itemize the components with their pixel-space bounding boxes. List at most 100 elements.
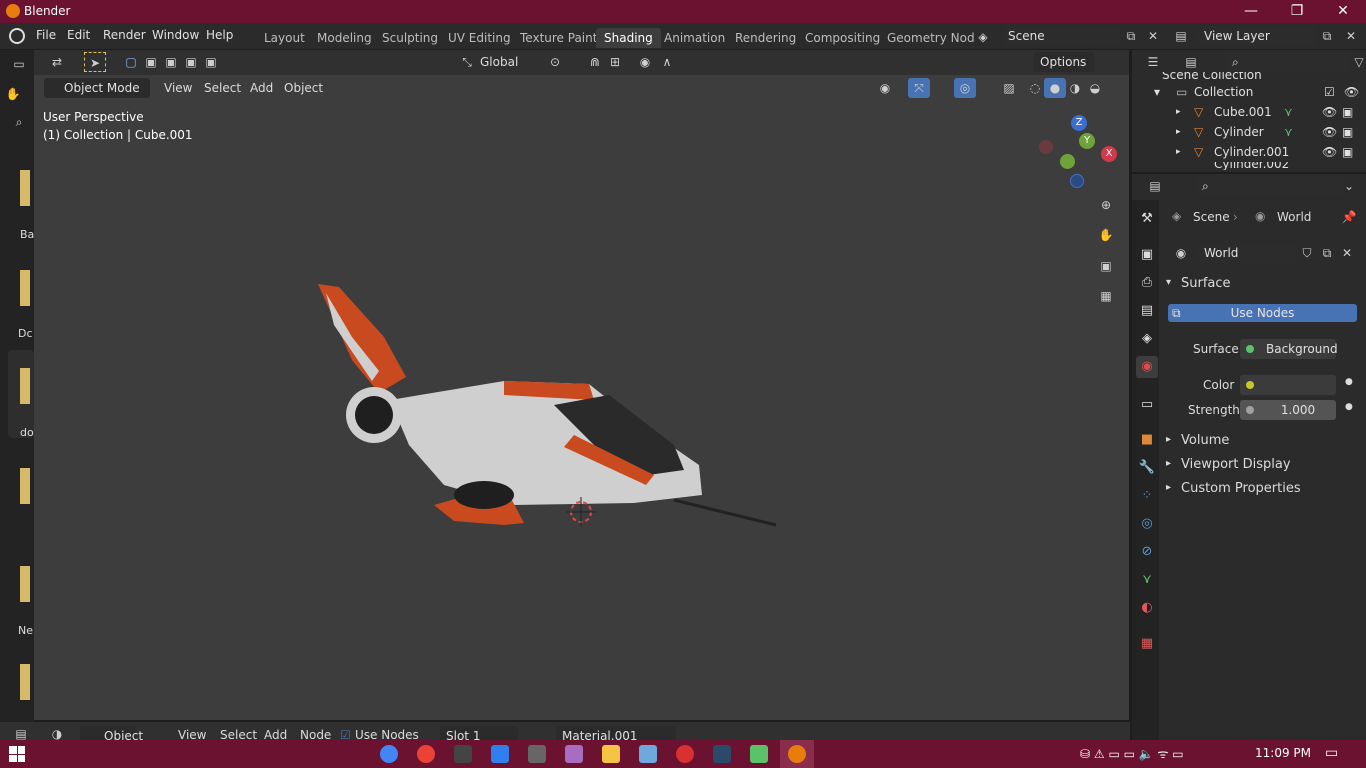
eye-icon[interactable]: 👁 xyxy=(1344,82,1359,102)
maximize-button[interactable]: ❐ xyxy=(1274,0,1320,23)
fake-user-icon[interactable]: ⛉ xyxy=(1296,243,1318,263)
zoom-icon[interactable]: ⊕ xyxy=(1095,195,1117,215)
color-field[interactable] xyxy=(1240,375,1336,395)
properties-search[interactable]: ⌕ xyxy=(1196,176,1344,196)
vscode-icon[interactable] xyxy=(491,745,509,763)
object-tab-icon[interactable]: ■ xyxy=(1136,429,1158,451)
keyframe-dot-icon[interactable]: ● xyxy=(1345,377,1353,387)
delete-view-layer-icon[interactable]: ✕ xyxy=(1340,26,1362,46)
menu-window[interactable]: Window xyxy=(152,28,199,42)
surface-shader-field[interactable]: Background xyxy=(1240,339,1338,359)
gizmo-y-axis[interactable]: Y xyxy=(1079,133,1095,149)
blender-menu-icon[interactable] xyxy=(9,28,25,44)
minecraft-icon[interactable] xyxy=(750,745,768,763)
close-button[interactable]: ✕ xyxy=(1320,0,1366,23)
record-icon[interactable] xyxy=(676,745,694,763)
pin-icon[interactable]: 📌 xyxy=(1338,207,1360,227)
filter-icon[interactable]: ▽ xyxy=(1348,52,1366,72)
world-tab-icon[interactable]: ◉ xyxy=(1136,356,1158,378)
material-field[interactable]: Material.001 xyxy=(556,726,676,740)
file-thumbnail[interactable] xyxy=(20,566,30,602)
viewport-menu-view[interactable]: View xyxy=(164,81,192,95)
shader-type-icon[interactable]: ◑ xyxy=(46,724,68,740)
collection-tab-icon[interactable]: ▭ xyxy=(1136,394,1158,416)
clock[interactable]: 11:09 PM xyxy=(1255,746,1311,760)
eye-icon[interactable]: 👁 xyxy=(1322,122,1337,142)
xray-icon[interactable]: ▨ xyxy=(998,78,1020,98)
search-icon[interactable]: ⌕ xyxy=(8,112,30,132)
output-tab-icon[interactable]: ⎙ xyxy=(1136,272,1158,294)
minimize-button[interactable]: — xyxy=(1228,0,1274,23)
tab-rendering[interactable]: Rendering xyxy=(727,28,804,48)
tool-tab-icon[interactable]: ⚒ xyxy=(1136,208,1158,230)
scene-collection-row[interactable]: Scene Collection xyxy=(1162,72,1262,82)
scene-tab-icon[interactable]: ◈ xyxy=(1136,328,1158,350)
view-layer-icon[interactable]: ▤ xyxy=(1170,26,1192,46)
mode-dropdown[interactable]: Object Mode xyxy=(44,78,150,98)
expand-arrow-icon[interactable]: ▾ xyxy=(1154,82,1160,102)
new-view-layer-icon[interactable]: ⧉ xyxy=(1316,26,1338,46)
expand-arrow-icon[interactable]: ▸ xyxy=(1176,102,1181,122)
gizmo-neg-y[interactable] xyxy=(1060,154,1075,169)
file-thumbnail[interactable] xyxy=(20,270,30,306)
select-mode-icon[interactable]: ▢ xyxy=(120,52,142,72)
outliner-item-partial[interactable]: Cylinder.002 xyxy=(1214,162,1289,170)
viewport-menu-object[interactable]: Object xyxy=(284,81,323,95)
slot-dropdown[interactable]: Slot 1 xyxy=(440,726,518,740)
outliner-item[interactable]: ▸ ▽ Cylinder ⋎ 👁 ▣ xyxy=(1176,122,1364,142)
tab-compositing[interactable]: Compositing xyxy=(797,28,888,48)
object-type-dropdown[interactable]: Object xyxy=(80,726,143,740)
wireframe-shading-icon[interactable]: ◌ xyxy=(1024,78,1046,98)
overlay-toggle-icon[interactable]: ◎ xyxy=(954,78,976,98)
select-intersect-icon[interactable]: ▣ xyxy=(200,52,222,72)
tab-texture-paint[interactable]: Texture Paint xyxy=(512,28,605,48)
viewport-display-panel-header[interactable]: Viewport Display xyxy=(1181,457,1291,472)
tab-layout[interactable]: Layout xyxy=(256,28,313,48)
file-thumbnail[interactable] xyxy=(20,368,30,404)
material-shading-icon[interactable]: ◑ xyxy=(1064,78,1086,98)
pan-hand-icon[interactable]: ✋ xyxy=(1095,225,1117,245)
powershell-icon[interactable] xyxy=(713,745,731,763)
file-thumbnail[interactable] xyxy=(20,664,30,700)
terminal-icon[interactable] xyxy=(454,745,472,763)
blender-taskbar-icon[interactable] xyxy=(788,745,806,763)
visibility-icon[interactable]: ◉ xyxy=(874,78,896,98)
data-tab-icon[interactable]: ⋎ xyxy=(1136,569,1158,591)
file-thumbnail[interactable] xyxy=(20,170,30,206)
node-menu-select[interactable]: Select xyxy=(220,728,257,740)
texture-tab-icon[interactable]: ▦ xyxy=(1136,633,1158,655)
outliner-item[interactable]: ▸ ▽ Cylinder.001 👁 ▣ xyxy=(1176,142,1364,162)
gizmo-neg-z[interactable] xyxy=(1070,174,1084,188)
chrome-profile-icon[interactable] xyxy=(417,745,435,763)
snap-icon[interactable]: ⋒ xyxy=(584,52,606,72)
node-menu-view[interactable]: View xyxy=(178,728,206,740)
gizmo-x-axis[interactable]: X xyxy=(1101,146,1117,162)
use-nodes-checkbox-icon[interactable]: ☑ xyxy=(340,728,351,740)
menu-help[interactable]: Help xyxy=(206,28,233,42)
expand-arrow-icon[interactable]: ▸ xyxy=(1176,122,1181,142)
modifier-tab-icon[interactable]: 🔧 xyxy=(1136,457,1158,479)
folder-icon[interactable]: ▭ xyxy=(8,54,30,74)
volume-panel-header[interactable]: Volume xyxy=(1181,433,1229,448)
world-browse-icon[interactable]: ◉ xyxy=(1170,243,1192,263)
expand-arrow-icon[interactable]: ▸ xyxy=(1166,482,1171,493)
rendered-shading-icon[interactable]: ◒ xyxy=(1084,78,1106,98)
material-tab-icon[interactable]: ◐ xyxy=(1136,597,1158,619)
scene-icon[interactable]: ◈ xyxy=(972,27,994,47)
menu-edit[interactable]: Edit xyxy=(67,28,90,42)
notepad-icon[interactable] xyxy=(639,745,657,763)
gizmo-toggle-icon[interactable]: ⤧ xyxy=(908,78,930,98)
custom-properties-panel-header[interactable]: Custom Properties xyxy=(1181,481,1301,496)
notifications-icon[interactable]: ▭ xyxy=(1325,745,1338,761)
gizmo-z-axis[interactable]: Z xyxy=(1071,115,1087,131)
expand-arrow-icon[interactable]: ▸ xyxy=(1166,434,1171,445)
hand-icon[interactable]: ✋ xyxy=(2,84,24,104)
node-menu-node[interactable]: Node xyxy=(300,728,331,740)
select-subtract-icon[interactable]: ▣ xyxy=(160,52,182,72)
editor-type-icon[interactable]: ⇄ xyxy=(46,52,68,72)
viewport-menu-add[interactable]: Add xyxy=(250,81,273,95)
physics-tab-icon[interactable]: ◎ xyxy=(1136,513,1158,535)
display-mode-icon[interactable]: ▤ xyxy=(1180,52,1202,72)
node-menu-add[interactable]: Add xyxy=(264,728,287,740)
falloff-icon[interactable]: ∧ xyxy=(656,52,678,72)
